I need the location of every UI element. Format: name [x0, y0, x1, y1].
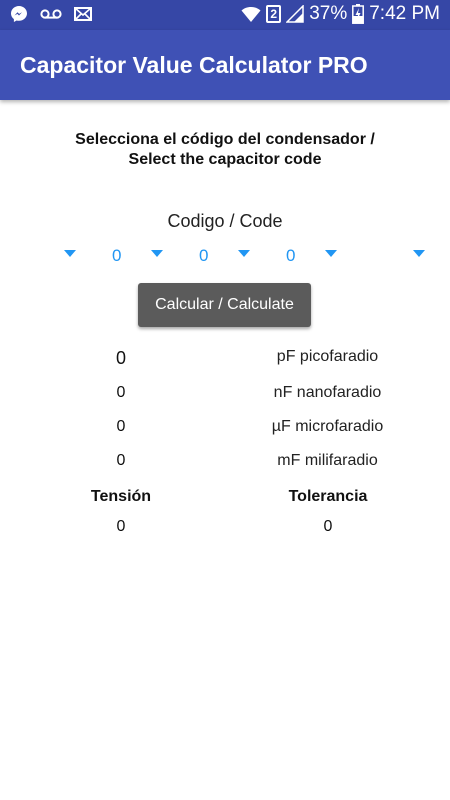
- tension-label: Tensión: [90, 488, 152, 505]
- sim-2-icon: 2: [266, 5, 282, 23]
- nf-unit-label: nF nanofaradio: [273, 384, 382, 401]
- signal-icon: [286, 5, 304, 23]
- calculate-button[interactable]: Calcular / Calculate: [138, 283, 311, 327]
- pf-unit-label: pF picofaradio: [276, 348, 379, 365]
- app-bar: Capacitor Value Calculator PRO: [0, 30, 450, 100]
- notification-icons: [10, 5, 92, 23]
- result-row-nf: 0 nF nanofaradio: [0, 384, 450, 408]
- result-row-pf: 0 pF picofaradio: [0, 348, 450, 372]
- spinner-3[interactable]: 0: [159, 242, 250, 270]
- mf-value: 0: [116, 452, 126, 469]
- spinner-4[interactable]: 0: [246, 242, 337, 270]
- spinner-2[interactable]: 0: [72, 242, 163, 270]
- system-icons: 2 37% 7:42 PM: [241, 3, 440, 25]
- uf-unit-label: µF microfaradio: [271, 418, 384, 435]
- mf-unit-label: mF milifaradio: [277, 452, 378, 469]
- tolerance-label: Tolerancia: [288, 488, 368, 505]
- tolerance-value: 0: [323, 518, 333, 535]
- instruction-text: Selecciona el código del condensador / S…: [0, 130, 450, 170]
- instruction-line-1: Selecciona el código del condensador /: [75, 131, 375, 148]
- tension-value: 0: [116, 518, 126, 535]
- app-title: Capacitor Value Calculator PRO: [20, 52, 368, 78]
- dropdown-arrow-icon: [413, 250, 425, 257]
- mail-icon: [74, 7, 92, 21]
- result-row-uf: 0 µF microfaradio: [0, 418, 450, 442]
- uf-value: 0: [116, 418, 126, 435]
- spinner-2-value: 0: [112, 246, 122, 265]
- code-label: Codigo / Code: [167, 211, 283, 231]
- instruction-line-2: Select the capacitor code: [128, 151, 322, 168]
- spinner-1[interactable]: [0, 242, 76, 270]
- spinner-3-value: 0: [199, 246, 209, 265]
- spinner-5[interactable]: [333, 242, 425, 270]
- voicemail-icon: [40, 9, 62, 19]
- result-row-mf: 0 mF milifaradio: [0, 452, 450, 476]
- status-bar: 2 37% 7:42 PM: [0, 0, 450, 30]
- nf-value: 0: [116, 384, 126, 401]
- messenger-icon: [11, 6, 27, 22]
- clock: 7:42 PM: [369, 3, 440, 24]
- battery-percent: 37%: [309, 3, 348, 24]
- wifi-icon: [241, 7, 261, 22]
- spinner-4-value: 0: [286, 246, 296, 265]
- pf-value: 0: [115, 348, 126, 368]
- battery-charging-icon: [352, 4, 365, 24]
